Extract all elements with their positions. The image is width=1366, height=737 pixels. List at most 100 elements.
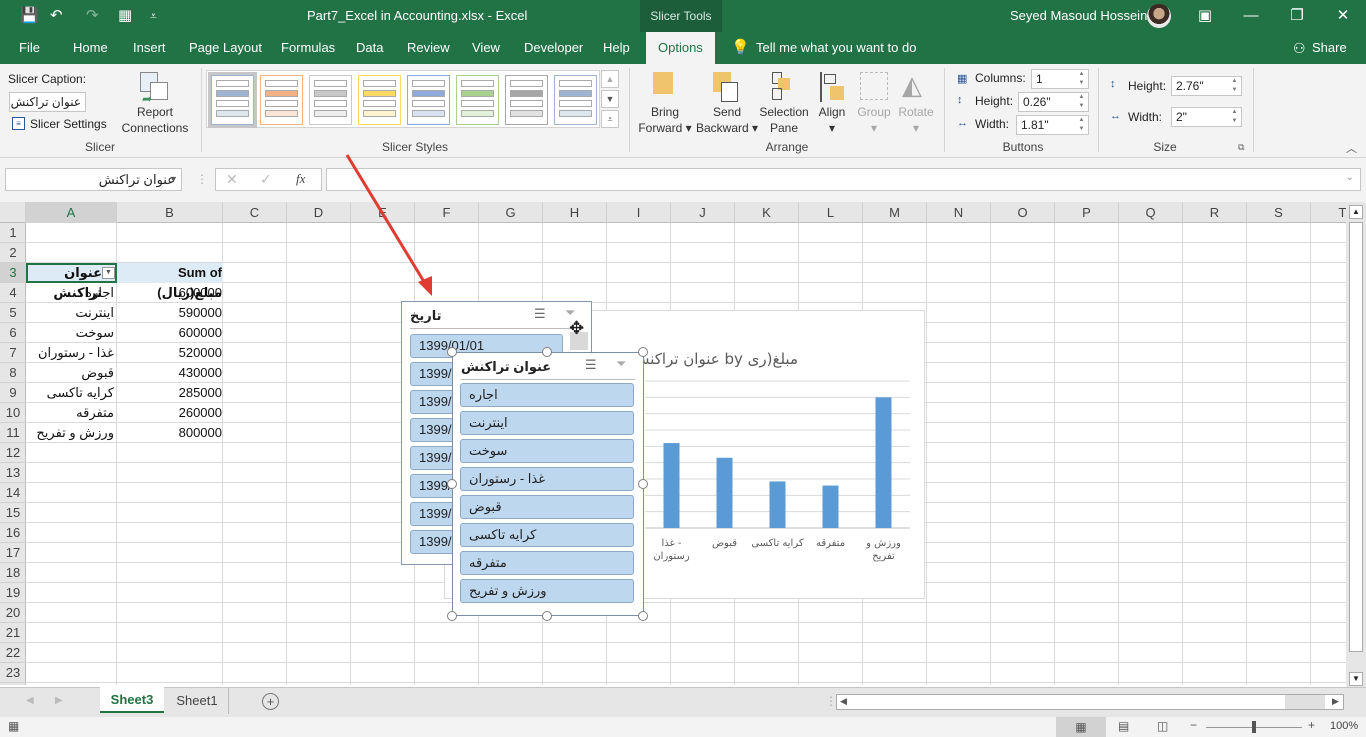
pivot-row-label[interactable]: اینترنت xyxy=(28,303,114,323)
row-header-10[interactable]: 10 xyxy=(0,403,26,423)
resize-handle-nw[interactable] xyxy=(447,347,457,357)
title-slicer-item[interactable]: اجاره xyxy=(460,383,634,407)
size-height-spinner[interactable]: ▲ ▼ xyxy=(1229,77,1240,95)
title-slicer-item[interactable]: غذا - رستوران xyxy=(460,467,634,491)
user-name[interactable]: Seyed Masoud Hosseini xyxy=(1010,8,1150,23)
resize-handle-ne[interactable] xyxy=(638,347,648,357)
title-slicer-item[interactable]: سوخت xyxy=(460,439,634,463)
resize-handle-s[interactable] xyxy=(542,611,552,621)
name-box-dropdown-icon[interactable]: ▼ xyxy=(169,169,178,190)
resize-handle-n[interactable] xyxy=(542,347,552,357)
page-break-view-button[interactable]: ◫ xyxy=(1157,719,1168,733)
button-width-input[interactable]: 1.81" ▲ ▼ xyxy=(1016,115,1089,135)
zoom-level[interactable]: 100% xyxy=(1330,720,1358,732)
enter-icon[interactable]: ✓ xyxy=(260,171,272,188)
column-header-n[interactable]: N xyxy=(927,202,991,223)
column-header-l[interactable]: L xyxy=(799,202,863,223)
page-layout-view-button[interactable]: ▤ xyxy=(1118,719,1129,733)
pivot-row-value[interactable]: 430000 xyxy=(118,363,222,383)
gallery-scroll-up[interactable]: ▲ xyxy=(601,70,619,88)
bar-2[interactable] xyxy=(716,457,733,528)
row-header-16[interactable]: 16 xyxy=(0,523,26,543)
clear-filter-icon[interactable]: ⏷ xyxy=(616,356,626,372)
row-header-5[interactable]: 5 xyxy=(0,303,26,323)
slicer-style-6[interactable] xyxy=(456,75,499,125)
pivot-row-value[interactable]: 800000 xyxy=(118,423,222,443)
sheet-tab-sheet3[interactable]: Sheet3 xyxy=(100,687,164,713)
pivot-row-label[interactable]: قبوض xyxy=(28,363,114,383)
formula-input[interactable]: ⌄ xyxy=(326,168,1361,191)
title-slicer-item[interactable]: متفرقه xyxy=(460,551,634,575)
zoom-out-button[interactable]: − xyxy=(1190,718,1197,732)
save-icon[interactable]: 💾 xyxy=(20,6,39,26)
group-button[interactable]: Group ▾ xyxy=(852,104,896,136)
pivot-row-value[interactable]: 590000 xyxy=(118,303,222,323)
minimize-button[interactable]: — xyxy=(1228,0,1274,32)
zoom-in-button[interactable]: + xyxy=(1308,718,1315,732)
tab-home[interactable]: Home xyxy=(73,32,108,64)
row-header-13[interactable]: 13 xyxy=(0,463,26,483)
share-button[interactable]: Share xyxy=(1312,32,1347,64)
slicer-style-4[interactable] xyxy=(358,75,401,125)
column-header-g[interactable]: G xyxy=(479,202,543,223)
pivot-row-value[interactable]: 285000 xyxy=(118,383,222,403)
align-button[interactable]: Align ▾ xyxy=(812,104,852,136)
tab-data[interactable]: Data xyxy=(356,32,383,64)
resize-handle-w[interactable] xyxy=(447,479,457,489)
row-header-1[interactable]: 1 xyxy=(0,223,26,243)
redo-icon[interactable]: ↷ xyxy=(86,6,99,26)
columns-spinner[interactable]: ▲ ▼ xyxy=(1076,70,1087,88)
send-backward-button[interactable]: Send Backward ▾ xyxy=(693,104,761,136)
column-header-i[interactable]: I xyxy=(607,202,671,223)
tab-review[interactable]: Review xyxy=(407,32,450,64)
report-connections-button[interactable]: Report Connections xyxy=(118,104,192,136)
multi-select-icon[interactable]: ☰ xyxy=(585,357,597,373)
button-width-spinner[interactable]: ▲ ▼ xyxy=(1076,116,1087,134)
tab-view[interactable]: View xyxy=(472,32,500,64)
close-button[interactable]: ✕ xyxy=(1320,0,1366,32)
row-header-6[interactable]: 6 xyxy=(0,323,26,343)
tab-formulas[interactable]: Formulas xyxy=(281,32,335,64)
horizontal-scroll-track[interactable] xyxy=(1285,695,1325,709)
row-header-22[interactable]: 22 xyxy=(0,643,26,663)
cancel-icon[interactable]: ✕ xyxy=(226,171,238,188)
next-sheet-icon[interactable]: ▶ xyxy=(55,695,63,706)
row-header-9[interactable]: 9 xyxy=(0,383,26,403)
pivot-row-value[interactable]: 520000 xyxy=(118,343,222,363)
sheet-tab-sheet1[interactable]: Sheet1 xyxy=(166,688,229,714)
tab-options[interactable]: Options xyxy=(646,32,715,64)
pivot-row-value[interactable]: 600000 xyxy=(118,323,222,343)
column-header-b[interactable]: B xyxy=(117,202,223,223)
slicer-settings-button[interactable]: Slicer Settings xyxy=(30,117,107,131)
button-height-input[interactable]: 0.26" ▲ ▼ xyxy=(1018,92,1089,112)
size-dialog-launcher[interactable]: ⧉ xyxy=(1238,142,1244,153)
tab-page-layout[interactable]: Page Layout xyxy=(189,32,262,64)
bar-4[interactable] xyxy=(822,485,839,528)
form-icon[interactable]: ▦ xyxy=(118,6,132,26)
pivot-row-value[interactable]: 600000 xyxy=(118,283,222,303)
prev-sheet-icon[interactable]: ◀ xyxy=(26,695,34,706)
tab-file[interactable]: File xyxy=(19,32,40,64)
slicer-caption-input[interactable]: عنوان تراکنش xyxy=(9,92,86,112)
scroll-right-button[interactable]: ▶ xyxy=(1332,696,1339,707)
row-header-7[interactable]: 7 xyxy=(0,343,26,363)
pivot-row-value[interactable]: 260000 xyxy=(118,403,222,423)
slicer-style-2[interactable] xyxy=(260,75,303,125)
name-box[interactable]: عنوان تراکنش ▼ xyxy=(5,168,182,191)
title-slicer-item[interactable]: قبوض xyxy=(460,495,634,519)
customize-qat-icon[interactable]: ⩡ xyxy=(150,6,157,26)
column-header-o[interactable]: O xyxy=(991,202,1055,223)
row-header-14[interactable]: 14 xyxy=(0,483,26,503)
bring-forward-button[interactable]: Bring Forward ▾ xyxy=(636,104,694,136)
restore-button[interactable]: ❐ xyxy=(1274,0,1320,32)
zoom-slider-thumb[interactable] xyxy=(1252,721,1256,733)
column-header-s[interactable]: S xyxy=(1247,202,1311,223)
column-header-h[interactable]: H xyxy=(543,202,607,223)
expand-formula-bar-icon[interactable]: ⌄ xyxy=(1346,172,1354,183)
vertical-scroll-thumb[interactable] xyxy=(1349,222,1363,652)
scroll-down-button[interactable]: ▼ xyxy=(1349,672,1363,686)
row-header-11[interactable]: 11 xyxy=(0,423,26,443)
slicer-style-5[interactable] xyxy=(407,75,450,125)
resize-handle-e[interactable] xyxy=(638,479,648,489)
normal-view-button[interactable]: ▦ xyxy=(1056,717,1106,737)
